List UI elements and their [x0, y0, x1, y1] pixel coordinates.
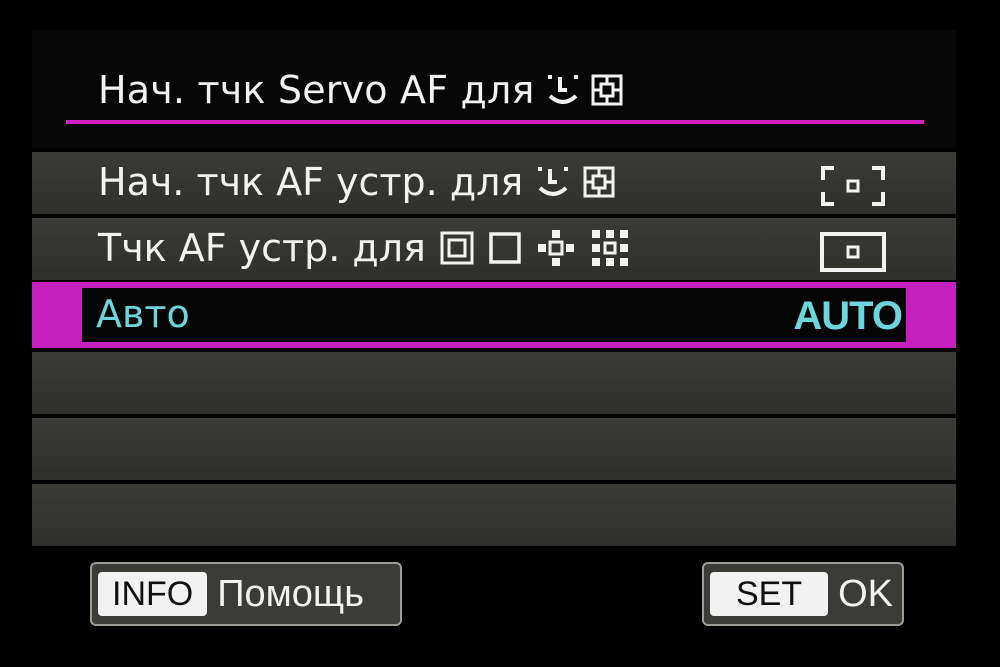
title-underline [66, 120, 924, 124]
menu-item-value: AUTO [793, 294, 903, 338]
menu-item-label-row: Тчк AF устр. для [98, 226, 630, 270]
title-bar: Нач. тчк Servo AF для [32, 30, 956, 148]
set-button-label: OK [838, 572, 894, 615]
af-area-icon [583, 166, 615, 198]
page-title: Нач. тчк Servo AF для [98, 68, 623, 112]
menu-item-initial-af-point[interactable]: Нач. тчк AF устр. для [32, 152, 956, 214]
menu-item-auto[interactable]: Авто AUTO [32, 282, 956, 348]
expanded-point-icon [536, 228, 576, 268]
af-frame-box-icon [820, 232, 886, 272]
menu-item-empty [32, 484, 956, 546]
menu-item-label-row: Нач. тчк AF устр. для [98, 160, 615, 204]
info-help-button[interactable]: INFO Помощь [90, 562, 402, 626]
menu-item-empty [32, 418, 956, 480]
zone-af-icon [440, 231, 474, 265]
face-tracking-icon [547, 74, 579, 106]
set-ok-button[interactable]: SET OK [702, 562, 904, 626]
page-title-text: Нач. тчк Servo AF для [98, 68, 535, 112]
face-tracking-icon [537, 166, 569, 198]
menu-item-selection-highlight: Авто AUTO [82, 288, 906, 342]
single-point-icon [488, 231, 522, 265]
af-frame-bracket-icon [820, 166, 886, 206]
menu-item-empty [32, 352, 956, 414]
menu-item-af-point-selection[interactable]: Тчк AF устр. для [32, 218, 956, 280]
camera-menu-screen: Нач. тчк Servo AF для Нач. тчк AF устр. … [32, 30, 956, 648]
expanded-around-icon [590, 228, 630, 268]
menu-item-label: Нач. тчк AF устр. для [98, 160, 524, 204]
af-area-icon [591, 74, 623, 106]
set-key: SET [710, 572, 829, 616]
info-button-label: Помощь [217, 572, 364, 615]
info-key: INFO [98, 572, 208, 616]
menu-item-label: Авто [96, 292, 190, 336]
menu-item-label: Тчк AF устр. для [98, 226, 426, 270]
